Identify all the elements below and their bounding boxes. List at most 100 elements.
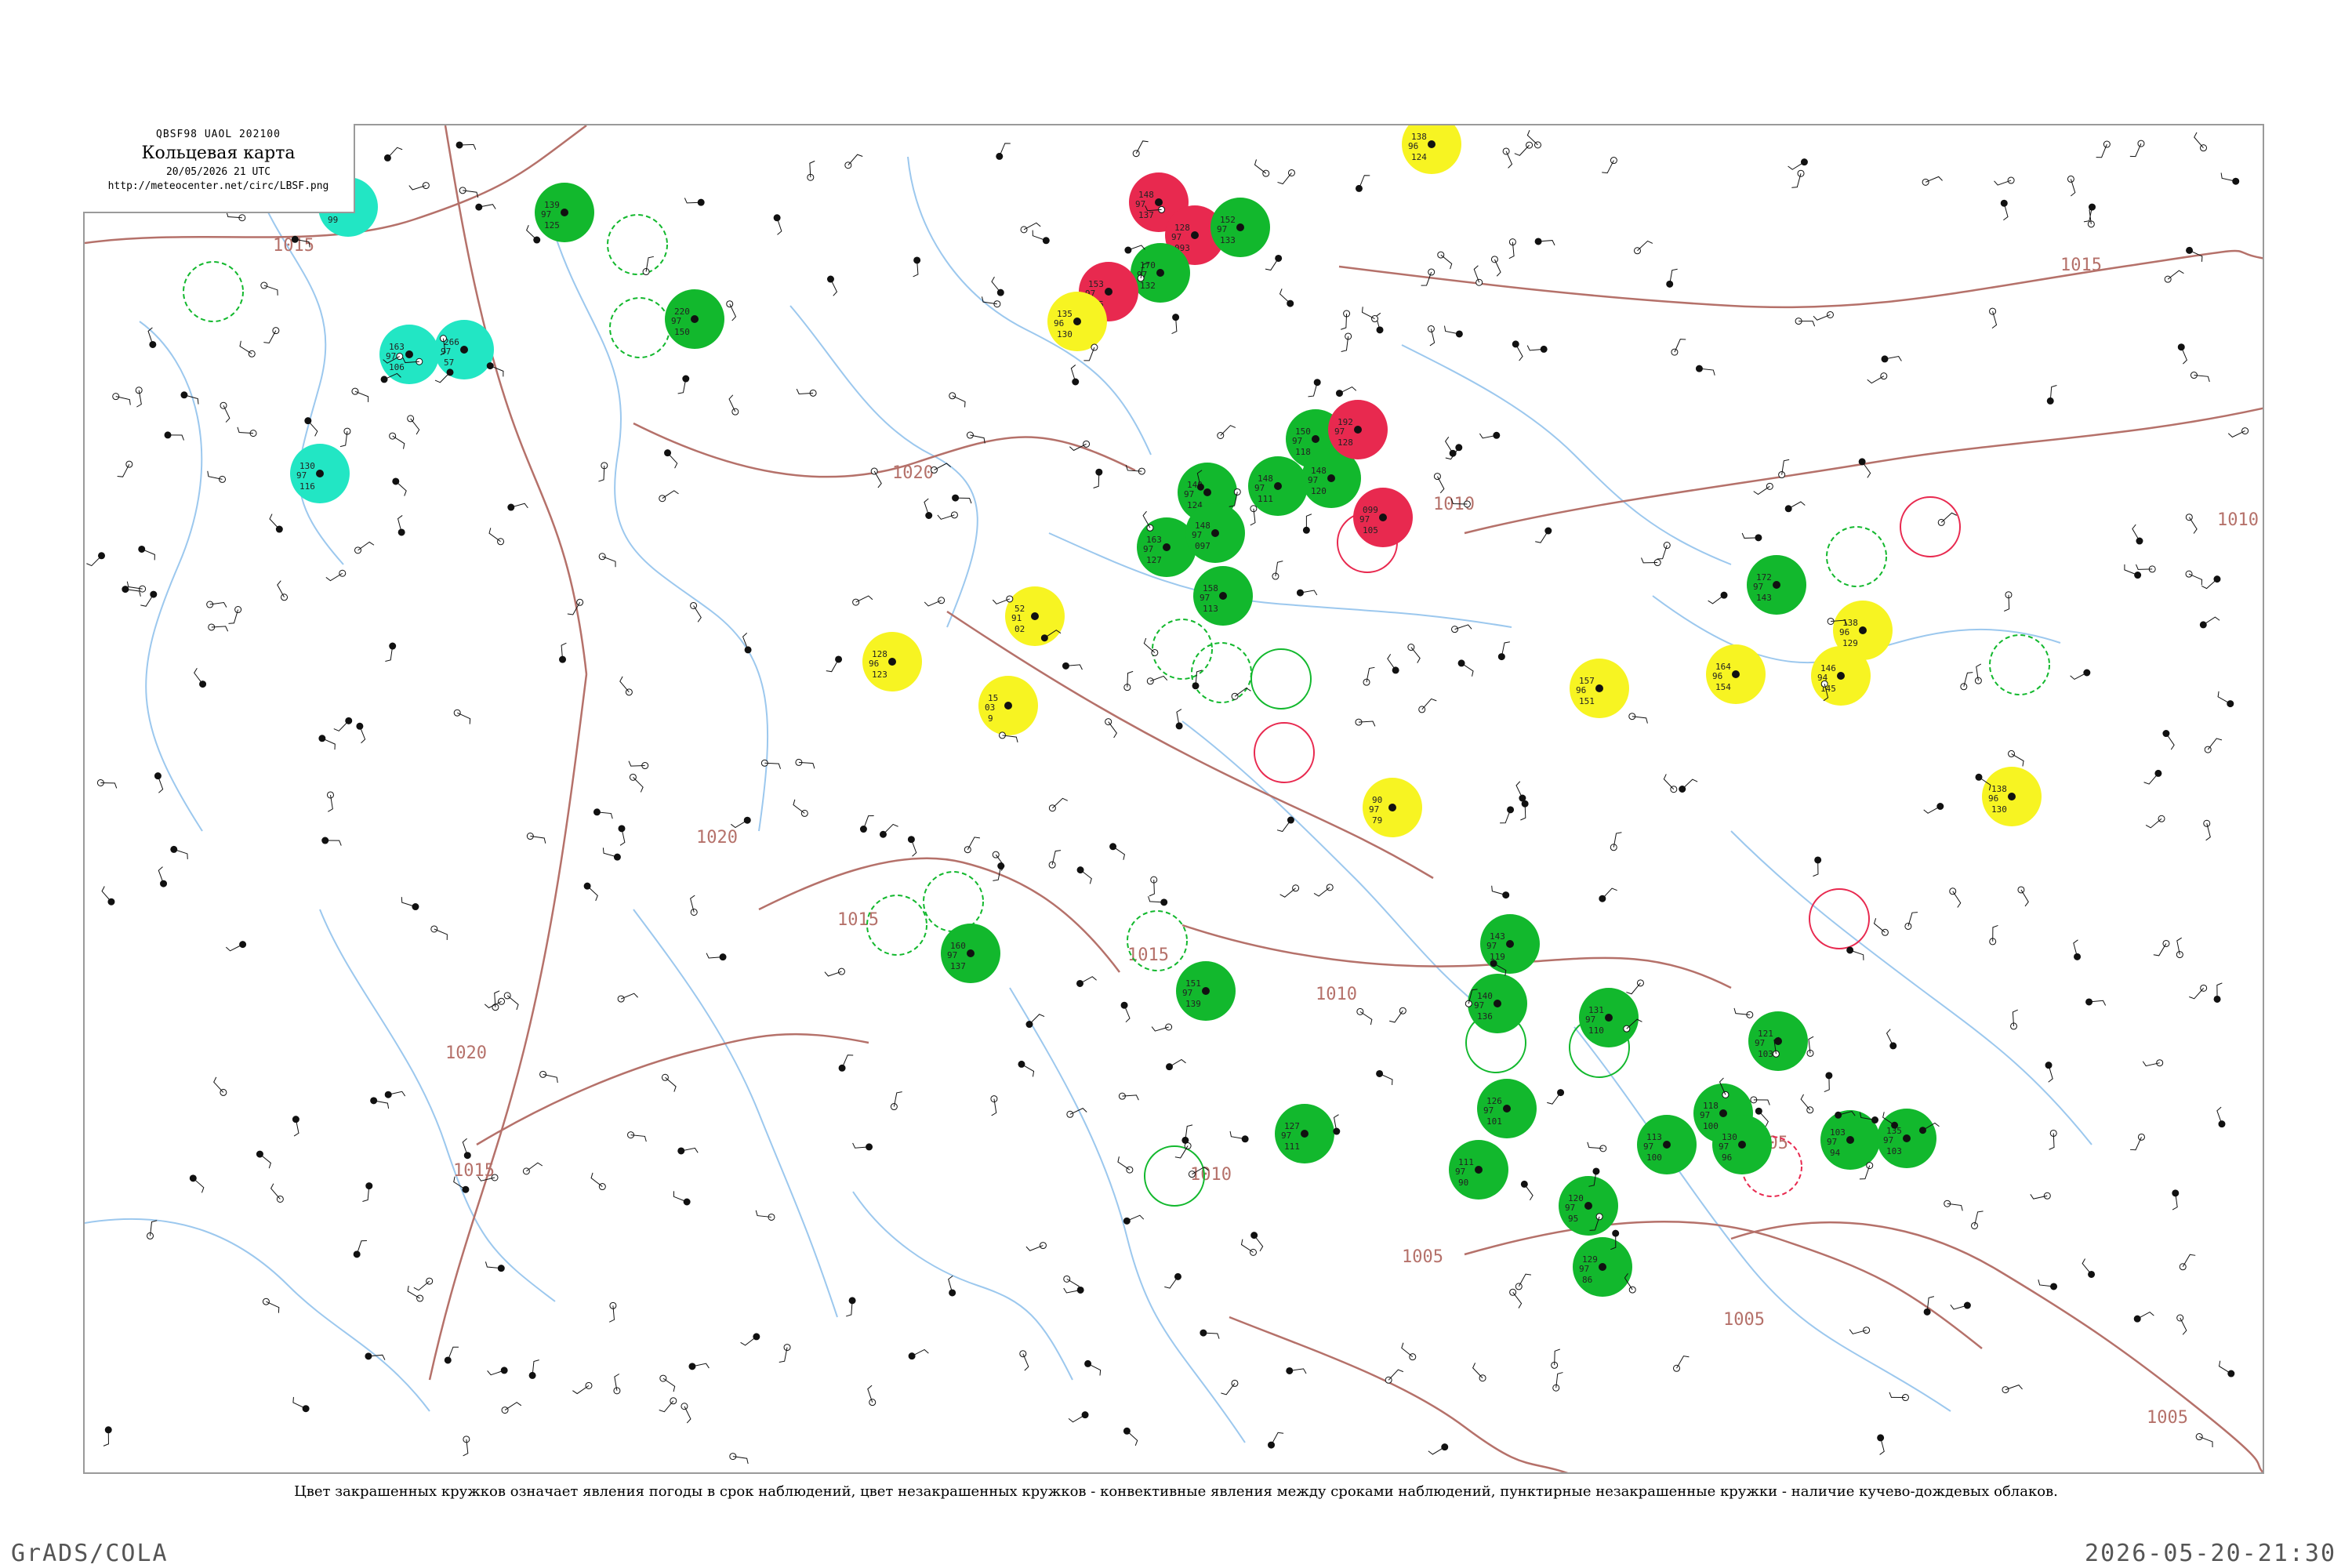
station-plot [2045, 1062, 2053, 1083]
station-value: 97 [947, 950, 957, 960]
station-plot [659, 1374, 676, 1392]
station-value: 127 [1146, 555, 1162, 565]
station-value: 96 [1839, 627, 1849, 637]
station-value: 97 [441, 347, 451, 357]
cloud-cover-icon [1105, 288, 1112, 296]
station-plot [1019, 1350, 1029, 1371]
cb-ring-red [1254, 722, 1315, 783]
station-plot [1824, 1072, 1833, 1092]
station-plot [1950, 1301, 1971, 1310]
station-plot [2179, 1254, 2196, 1271]
cloud-cover-icon [397, 528, 405, 536]
station-value: 97 [1827, 1137, 1837, 1147]
isobar-label: 1015 [453, 1161, 495, 1181]
station-plot [1148, 896, 1168, 906]
station-plot [401, 897, 419, 911]
isobar-line [1730, 1221, 2263, 1472]
station-plot [1437, 251, 1453, 270]
cloud-cover-icon [316, 470, 324, 477]
river [1730, 830, 2092, 1145]
station-value: 97 [1281, 1131, 1291, 1141]
wind-barb-icon [2165, 733, 2175, 750]
wind-barb-icon [729, 303, 737, 321]
wind-barb-icon [1127, 1214, 1145, 1221]
isobar-label: 1010 [2217, 510, 2259, 530]
station-green: 13997125 [535, 183, 594, 242]
station-plot [339, 427, 351, 448]
station-plot [1341, 332, 1352, 353]
station-plot [838, 1054, 854, 1072]
wind-barb-icon [910, 839, 917, 857]
station-value: 97 [1483, 1105, 1494, 1116]
station-plot [180, 391, 199, 405]
wind-barb-icon [1023, 222, 1041, 230]
cloud-cover-icon [2008, 793, 2016, 800]
station-plot [1132, 140, 1149, 158]
station-plot [1657, 542, 1671, 560]
station-plot [1788, 158, 1808, 170]
wind-barb-icon [504, 1402, 522, 1411]
station-plot [559, 642, 567, 663]
station-plot [664, 449, 678, 469]
station-plot [1166, 1058, 1186, 1071]
station-plot [1663, 774, 1678, 793]
station-value: 151 [1579, 696, 1595, 706]
station-value: 130 [1991, 804, 2007, 815]
station-plot [354, 541, 375, 554]
station-plot [2177, 343, 2187, 365]
station-value: 120 [1311, 486, 1327, 496]
station-plot [2038, 1279, 2058, 1290]
cloud-cover-icon [1233, 488, 1241, 495]
station-plot [793, 799, 808, 817]
station-plot [661, 1073, 677, 1092]
station-plot [117, 460, 133, 477]
wind-barb-icon [1150, 675, 1168, 682]
station-plot [1547, 1089, 1565, 1105]
station-value: 97 [1192, 530, 1202, 540]
station-plot [1066, 1108, 1087, 1118]
station-value: 136 [1477, 1011, 1493, 1022]
cloud-cover-icon [1301, 1130, 1308, 1138]
station-plot [362, 1182, 373, 1202]
station-plot [1741, 532, 1762, 542]
station-value: 97 [1171, 232, 1181, 242]
cloud-cover-icon [1163, 543, 1171, 551]
station-plot [1497, 641, 1510, 661]
isobar-label: 1015 [837, 910, 879, 930]
wind-barb-icon [1925, 176, 1943, 183]
station-plot [325, 569, 347, 582]
station-value: 97 [1474, 1000, 1484, 1011]
wind-barb-icon [662, 490, 679, 499]
station-plot [2201, 575, 2221, 590]
wind-barb-icon [1788, 501, 1806, 510]
station-value: 96 [1576, 685, 1586, 695]
station-plot [1515, 781, 1526, 802]
wind-barb-icon [1515, 343, 1523, 361]
station-plot [488, 528, 505, 546]
station-plot [103, 1426, 112, 1446]
station-plot [1335, 386, 1357, 397]
station-value: 116 [299, 481, 315, 492]
isobar-line [476, 1033, 869, 1146]
wind-barb-icon [2020, 889, 2029, 907]
cb-ring-green [1826, 526, 1887, 587]
station-value: 110 [1588, 1025, 1604, 1036]
wind-barb-icon [1494, 259, 1501, 277]
station-value: 97 [1217, 224, 1227, 234]
station-yellow: 16496154 [1706, 644, 1766, 704]
station-value: 154 [1715, 682, 1731, 692]
station-plot [1633, 240, 1653, 255]
station-plot [1708, 591, 1728, 604]
station-plot [1048, 797, 1068, 812]
wind-barb-icon [1428, 1446, 1446, 1455]
cloud-cover-icon [1605, 1014, 1613, 1022]
station-plot [138, 545, 155, 561]
software-credit: GrADS/COLA [11, 1540, 169, 1567]
station-plot [1599, 887, 1617, 902]
station-plot [1118, 1092, 1139, 1101]
wind-barb-icon [731, 819, 748, 829]
station-plot [1407, 644, 1421, 663]
station-value: 99 [328, 215, 338, 225]
cloud-cover-icon [1663, 542, 1671, 550]
station-green: 1309796 [1712, 1115, 1772, 1174]
